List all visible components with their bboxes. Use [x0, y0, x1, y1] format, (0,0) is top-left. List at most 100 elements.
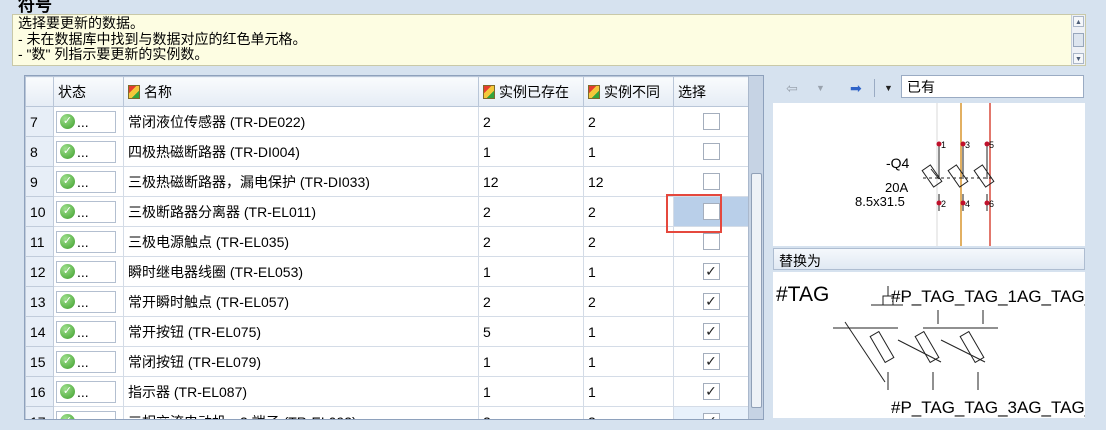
status-field[interactable]: ✓... [56, 110, 116, 133]
different-cell[interactable]: 2 [583, 286, 674, 317]
column-header-existing[interactable]: 实例已存在 [478, 76, 584, 107]
status-cell[interactable]: ✓... [53, 226, 124, 257]
table-row[interactable]: 10 ✓... 三极断路器分离器 (TR-EL011) 2 2 [25, 196, 749, 227]
name-cell[interactable]: 常开瞬时触点 (TR-EL057) [123, 286, 479, 317]
forward-arrow-icon[interactable]: ➡ [850, 79, 862, 97]
status-field[interactable]: ✓... [56, 140, 116, 163]
different-cell[interactable]: 2 [583, 406, 674, 419]
status-cell[interactable]: ✓... [53, 316, 124, 347]
status-cell[interactable]: ✓... [53, 166, 124, 197]
row-number[interactable]: 10 [25, 196, 54, 227]
column-header-status[interactable]: 状态 [53, 76, 124, 107]
select-cell[interactable]: ✓ [673, 316, 749, 347]
status-field[interactable]: ✓... [56, 260, 116, 283]
status-cell[interactable]: ✓... [53, 406, 124, 419]
existing-cell[interactable]: 12 [478, 166, 584, 197]
name-cell[interactable]: 常闭液位传感器 (TR-DE022) [123, 106, 479, 137]
status-field[interactable]: ✓... [56, 170, 116, 193]
table-row[interactable]: 13 ✓... 常开瞬时触点 (TR-EL057) 2 2 ✓ [25, 286, 749, 317]
grid-scroll-thumb[interactable] [751, 173, 762, 408]
name-cell[interactable]: 四极热磁断路器 (TR-DI004) [123, 136, 479, 167]
name-cell[interactable]: 常开按钮 (TR-EL075) [123, 316, 479, 347]
different-cell[interactable]: 1 [583, 256, 674, 287]
back-arrow-icon[interactable]: ⇦ [786, 79, 798, 97]
different-cell[interactable]: 1 [583, 316, 674, 347]
status-cell[interactable]: ✓... [53, 346, 124, 377]
name-cell[interactable]: 常闭按钮 (TR-EL079) [123, 346, 479, 377]
row-number[interactable]: 7 [25, 106, 54, 137]
existing-cell[interactable]: 2 [478, 286, 584, 317]
back-dropdown-icon[interactable]: ▼ [816, 79, 825, 97]
different-cell[interactable]: 1 [583, 136, 674, 167]
name-cell[interactable]: 指示器 (TR-EL087) [123, 376, 479, 407]
existing-cell[interactable]: 2 [478, 106, 584, 137]
select-checkbox[interactable]: ✓ [702, 263, 720, 281]
select-cell[interactable]: ✓ [673, 376, 749, 407]
status-cell[interactable]: ✓... [53, 106, 124, 137]
select-checkbox[interactable]: ✓ [702, 323, 720, 341]
table-row[interactable]: 11 ✓... 三极电源触点 (TR-EL035) 2 2 [25, 226, 749, 257]
name-cell[interactable]: 三相交流电动机，3 端子 (TR-EL093) [123, 406, 479, 419]
select-checkbox[interactable]: ✓ [702, 413, 720, 419]
name-cell[interactable]: 瞬时继电器线圈 (TR-EL053) [123, 256, 479, 287]
row-number[interactable]: 9 [25, 166, 54, 197]
select-checkbox[interactable] [702, 233, 720, 251]
select-checkbox[interactable] [702, 173, 720, 191]
different-cell[interactable]: 1 [583, 346, 674, 377]
row-number[interactable]: 14 [25, 316, 54, 347]
status-cell[interactable]: ✓... [53, 286, 124, 317]
forward-dropdown-icon[interactable]: ▼ [884, 79, 893, 97]
status-field[interactable]: ✓... [56, 410, 116, 419]
different-cell[interactable]: 1 [583, 376, 674, 407]
different-cell[interactable]: 2 [583, 106, 674, 137]
existing-cell[interactable]: 1 [478, 346, 584, 377]
existing-cell[interactable]: 1 [478, 256, 584, 287]
select-cell[interactable] [673, 166, 749, 197]
status-field[interactable]: ✓... [56, 320, 116, 343]
row-number[interactable]: 16 [25, 376, 54, 407]
status-field[interactable]: ✓... [56, 380, 116, 403]
existing-cell[interactable]: 2 [478, 196, 584, 227]
select-cell[interactable]: ✓ [673, 406, 749, 419]
table-row[interactable]: 14 ✓... 常开按钮 (TR-EL075) 5 1 ✓ [25, 316, 749, 347]
scroll-down-icon[interactable]: ▼ [1073, 53, 1084, 64]
different-cell[interactable]: 2 [583, 226, 674, 257]
status-field[interactable]: ✓... [56, 350, 116, 373]
existing-cell[interactable]: 2 [478, 406, 584, 419]
rownum-header[interactable] [25, 76, 54, 107]
table-row[interactable]: 7 ✓... 常闭液位传感器 (TR-DE022) 2 2 [25, 106, 749, 137]
select-cell[interactable] [673, 106, 749, 137]
existing-cell[interactable]: 1 [478, 376, 584, 407]
info-scroll-thumb[interactable] [1073, 33, 1084, 47]
name-cell[interactable]: 三极热磁断路器，漏电保护 (TR-DI033) [123, 166, 479, 197]
select-cell[interactable]: ✓ [673, 346, 749, 377]
existing-label-field[interactable]: 已有 [901, 75, 1084, 98]
row-number[interactable]: 11 [25, 226, 54, 257]
status-field[interactable]: ✓... [56, 290, 116, 313]
select-checkbox[interactable]: ✓ [702, 293, 720, 311]
row-number[interactable]: 17 [25, 406, 54, 419]
existing-cell[interactable]: 1 [478, 136, 584, 167]
select-cell[interactable]: ✓ [673, 286, 749, 317]
select-cell[interactable] [673, 136, 749, 167]
existing-cell[interactable]: 2 [478, 226, 584, 257]
info-scrollbar[interactable]: ▲ ▼ [1071, 15, 1085, 65]
status-cell[interactable]: ✓... [53, 376, 124, 407]
table-row[interactable]: 17✓...三相交流电动机，3 端子 (TR-EL093)22✓ [25, 406, 749, 419]
status-field[interactable]: ✓... [56, 200, 116, 223]
select-checkbox[interactable]: ✓ [702, 353, 720, 371]
status-field[interactable]: ✓... [56, 230, 116, 253]
select-checkbox[interactable] [702, 113, 720, 131]
table-row[interactable]: 8 ✓... 四极热磁断路器 (TR-DI004) 1 1 [25, 136, 749, 167]
row-number[interactable]: 13 [25, 286, 54, 317]
column-header-name[interactable]: 名称 [123, 76, 479, 107]
status-cell[interactable]: ✓... [53, 256, 124, 287]
different-cell[interactable]: 12 [583, 166, 674, 197]
grid-scrollbar[interactable] [748, 76, 763, 419]
select-cell[interactable]: ✓ [673, 256, 749, 287]
row-number[interactable]: 8 [25, 136, 54, 167]
select-checkbox[interactable]: ✓ [702, 383, 720, 401]
different-cell[interactable]: 2 [583, 196, 674, 227]
column-header-different[interactable]: 实例不同 [583, 76, 674, 107]
column-header-select[interactable]: 选择 [673, 76, 749, 107]
